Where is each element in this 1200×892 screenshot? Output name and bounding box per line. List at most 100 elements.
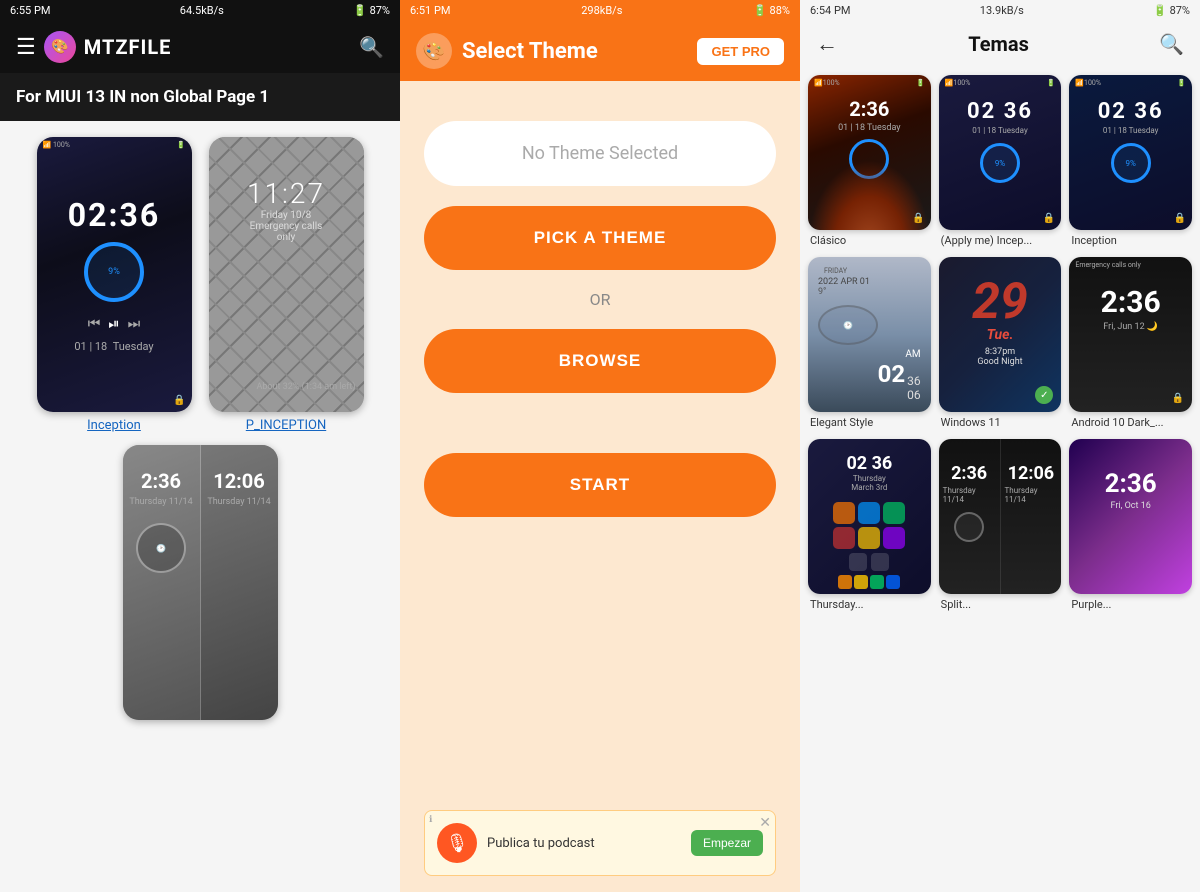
theme-preview-inception: 📶 100% 🔋 02:36 9% ⏮ ⏯ ⏭ 01 | 18 <box>37 137 192 412</box>
panel2-title: Select Theme <box>462 39 598 64</box>
p-clock-em: Friday 10/8 <box>247 210 325 221</box>
theme-item-inception[interactable]: 📶100% 🔋 02 36 01 | 18 Tuesday 9% 🔒 Incep… <box>1069 75 1192 247</box>
panel1-status-data: 64.5kB/s <box>180 4 224 17</box>
theme-item-windows[interactable]: 29 Tue. 8:37pm Good Night ✓ Windows 11 <box>939 257 1062 429</box>
ad-info-icon: ℹ <box>429 815 432 825</box>
theme-item-launcher[interactable]: 02 36 Thursday March 3rd <box>808 439 931 611</box>
theme-preview-p-inception: 11:27 Friday 10/8 Emergency calls only A… <box>209 137 364 412</box>
palette-icon: 🎨 <box>416 33 452 69</box>
inception-circle: 9% <box>84 242 144 302</box>
p-clock-emergency: Emergency calls only <box>247 221 325 243</box>
panel2-header-left: 🎨 Select Theme <box>416 33 598 69</box>
inception-status: 📶100% 🔋 <box>1069 79 1192 87</box>
ad-close-icon[interactable]: ✕ <box>759 815 771 831</box>
p-clock-time: 11:27 <box>247 177 325 210</box>
panel3-themes-grid: 📶100% 🔋 2:36 01 | 18 Tuesday 🔒 Clásico 📶… <box>800 67 1200 892</box>
panel1-subtitle: For MIUI 13 IN non Global Page 1 <box>0 73 400 121</box>
theme-name-android10: Android 10 Dark_... <box>1069 416 1192 429</box>
themes-row-2: FRIDAY 2022 APR 01 9° 🕑 AM 02 36 06 <box>808 257 1192 429</box>
panel3-status-data: 13.9kB/s <box>980 4 1024 17</box>
theme-card-inception[interactable]: 📶 100% 🔋 02:36 9% ⏮ ⏯ ⏭ 01 | 18 <box>34 137 194 433</box>
pick-theme-button[interactable]: PICK A THEME <box>424 206 776 270</box>
inception-clock: 02:36 9% ⏮ ⏯ ⏭ 01 | 18 Tuesday <box>37 180 192 369</box>
panel2-header: 🎨 Select Theme GET PRO <box>400 21 800 81</box>
panel3-header: ← Temas 🔍 <box>800 21 1200 67</box>
panel1-statusbar: 6:55 PM 64.5kB/s 🔋 87% <box>0 0 400 21</box>
theme-item-purple[interactable]: 2:36 Fri, Oct 16 Purple... <box>1069 439 1192 611</box>
theme-label-inception: Inception <box>87 418 141 433</box>
theme-name-clasico: Clásico <box>808 234 931 247</box>
theme-preview-friday: 2:36 Thursday 11/14 🕑 12:06 Thursday 11/… <box>123 445 278 720</box>
ad-start-button[interactable]: Empezar <box>691 830 763 856</box>
theme-item-apply-incep[interactable]: 📶100% 🔋 02 36 01 | 18 Tuesday 9% 🔒 (Appl… <box>939 75 1062 247</box>
friday-split-left: 2:36 Thursday 11/14 🕑 <box>123 445 201 720</box>
theme-thumb-android10: Emergency calls only 2:36 Fri, Jun 12 🌙 … <box>1069 257 1192 412</box>
theme-item-clasico[interactable]: 📶100% 🔋 2:36 01 | 18 Tuesday 🔒 Clásico <box>808 75 931 247</box>
start-button[interactable]: START <box>424 453 776 517</box>
friday-time-right: 12:06 <box>213 469 265 493</box>
panel-select-theme: 6:51 PM 298kB/s 🔋 88% 🎨 Select Theme GET… <box>400 0 800 892</box>
browse-button[interactable]: BROWSE <box>424 329 776 393</box>
ad-icon: 🎙 <box>437 823 477 863</box>
panel2-status-data: 298kB/s <box>581 4 622 17</box>
panel1-search-icon[interactable]: 🔍 <box>359 35 384 59</box>
clasico-time: 2:36 <box>849 97 889 121</box>
split-thumb-right-time: 12:06 <box>1008 463 1054 484</box>
theme-name-elegant: Elegant Style <box>808 416 931 429</box>
panel2-body: No Theme Selected PICK A THEME OR BROWSE… <box>400 81 800 892</box>
panel3-status-time: 6:54 PM <box>810 4 850 17</box>
theme-item-elegant[interactable]: FRIDAY 2022 APR 01 9° 🕑 AM 02 36 06 <box>808 257 931 429</box>
split-thumb-left: 2:36 Thursday 11/14 <box>939 439 1001 594</box>
theme-thumb-purple: 2:36 Fri, Oct 16 <box>1069 439 1192 594</box>
apply-incep-status: 📶100% 🔋 <box>939 79 1062 87</box>
panel3-title: Temas <box>968 32 1029 56</box>
panel2-statusbar: 6:51 PM 298kB/s 🔋 88% <box>400 0 800 21</box>
split-thumb-left-time: 2:36 <box>951 463 987 484</box>
theme-thumb-apply-incep: 📶100% 🔋 02 36 01 | 18 Tuesday 9% 🔒 <box>939 75 1062 230</box>
p-inception-clock: 11:27 Friday 10/8 Emergency calls only <box>247 177 325 243</box>
themes-row-1: 📶100% 🔋 2:36 01 | 18 Tuesday 🔒 Clásico 📶… <box>808 75 1192 247</box>
theme-name-apply-incep: (Apply me) Incep... <box>939 234 1062 247</box>
theme-thumb-split: 2:36 Thursday 11/14 12:06 Thursday 11/14 <box>939 439 1062 594</box>
back-button[interactable]: ← <box>816 31 838 57</box>
theme-item-split[interactable]: 2:36 Thursday 11/14 12:06 Thursday 11/14… <box>939 439 1062 611</box>
android-status: Emergency calls only <box>1069 261 1192 269</box>
clasico-date: 01 | 18 Tuesday <box>838 123 900 133</box>
panel1-status-battery: 🔋 87% <box>353 4 390 17</box>
panel3-status-battery: 🔋 87% <box>1153 4 1190 17</box>
theme-card-p-inception[interactable]: 11:27 Friday 10/8 Emergency calls only A… <box>206 137 366 433</box>
ad-text: Publica tu podcast <box>487 836 681 851</box>
hamburger-icon[interactable]: ☰ <box>16 35 36 60</box>
split-thumb-right: 12:06 Thursday 11/14 <box>1001 439 1062 594</box>
themes-row-3: 02 36 Thursday March 3rd <box>808 439 1192 611</box>
get-pro-button[interactable]: GET PRO <box>697 38 784 65</box>
theme-thumb-elegant: FRIDAY 2022 APR 01 9° 🕑 AM 02 36 06 <box>808 257 931 412</box>
panel1-status-time: 6:55 PM <box>10 4 50 17</box>
friday-time-left: 2:36 <box>141 469 181 493</box>
theme-thumb-launcher: 02 36 Thursday March 3rd <box>808 439 931 594</box>
theme-grid-row1: 📶 100% 🔋 02:36 9% ⏮ ⏯ ⏭ 01 | 18 <box>16 137 384 433</box>
windows-applied-check: ✓ <box>1035 386 1053 404</box>
theme-name-windows: Windows 11 <box>939 416 1062 429</box>
theme-thumb-clasico: 📶100% 🔋 2:36 01 | 18 Tuesday 🔒 <box>808 75 931 230</box>
panel3-statusbar: 6:54 PM 13.9kB/s 🔋 87% <box>800 0 1200 21</box>
panel2-status-battery: 🔋 88% <box>753 4 790 17</box>
app-name-label: MTZFILE <box>84 35 172 59</box>
theme-name-inception: Inception <box>1069 234 1192 247</box>
inception-time: 02:36 <box>68 196 160 234</box>
panel-temas: 6:54 PM 13.9kB/s 🔋 87% ← Temas 🔍 📶100% 🔋… <box>800 0 1200 892</box>
theme-thumb-windows: 29 Tue. 8:37pm Good Night ✓ <box>939 257 1062 412</box>
or-label: OR <box>590 290 611 309</box>
theme-item-android10[interactable]: Emergency calls only 2:36 Fri, Jun 12 🌙 … <box>1069 257 1192 429</box>
inception-date: 01 | 18 Tuesday <box>74 340 153 353</box>
friday-split-right: 12:06 Thursday 11/14 <box>201 445 278 720</box>
panel3-search-icon[interactable]: 🔍 <box>1159 32 1184 56</box>
panel1-content: 📶 100% 🔋 02:36 9% ⏮ ⏯ ⏭ 01 | 18 <box>0 121 400 892</box>
ad-banner: ℹ ✕ 🎙 Publica tu podcast Empezar <box>424 810 776 876</box>
panel-mtzfile: 6:55 PM 64.5kB/s 🔋 87% ☰ 🎨 MTZFILE 🔍 For… <box>0 0 400 892</box>
no-theme-box: No Theme Selected <box>424 121 776 186</box>
theme-name-split: Split... <box>939 598 1062 611</box>
theme-card-friday[interactable]: 2:36 Thursday 11/14 🕑 12:06 Thursday 11/… <box>120 445 280 720</box>
elegant-status: FRIDAY <box>818 267 853 275</box>
panel2-status-time: 6:51 PM <box>410 4 450 17</box>
